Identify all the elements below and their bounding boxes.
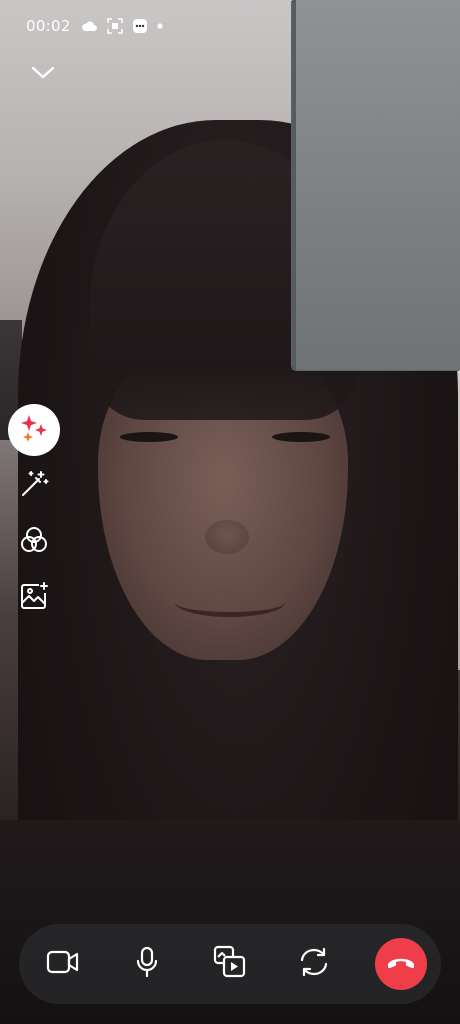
self-view-preview[interactable] [292,0,460,370]
status-bar: 00:02 [26,14,163,38]
magic-wand-icon [19,469,49,504]
share-screen-button[interactable] [208,942,252,986]
end-call-icon [386,954,416,975]
video-call-screen: 00:02 [0,0,460,1024]
flip-camera-button[interactable] [292,942,336,986]
share-screen-icon [213,945,247,984]
sparkles-icon [18,412,50,449]
end-call-button[interactable] [375,938,427,990]
dot-icon [157,23,163,29]
status-time: 00:02 [26,17,71,35]
magic-wand-button[interactable] [8,460,60,512]
sparkles-button[interactable] [8,404,60,456]
screenshot-icon [106,18,123,34]
video-camera-icon [46,949,80,980]
cloud-icon [81,20,97,32]
notification-badge-icon [132,19,147,33]
video-toggle-button[interactable] [41,942,85,986]
filters-button[interactable] [8,516,60,568]
filters-icon [19,525,49,560]
call-control-bar [19,924,441,1004]
microphone-icon [134,946,160,983]
microphone-toggle-button[interactable] [125,942,169,986]
background-image-icon [19,581,49,616]
effects-toolbar [8,404,60,624]
background-image-button[interactable] [8,572,60,624]
chevron-down-icon[interactable] [30,60,56,84]
flip-camera-icon [297,946,331,983]
